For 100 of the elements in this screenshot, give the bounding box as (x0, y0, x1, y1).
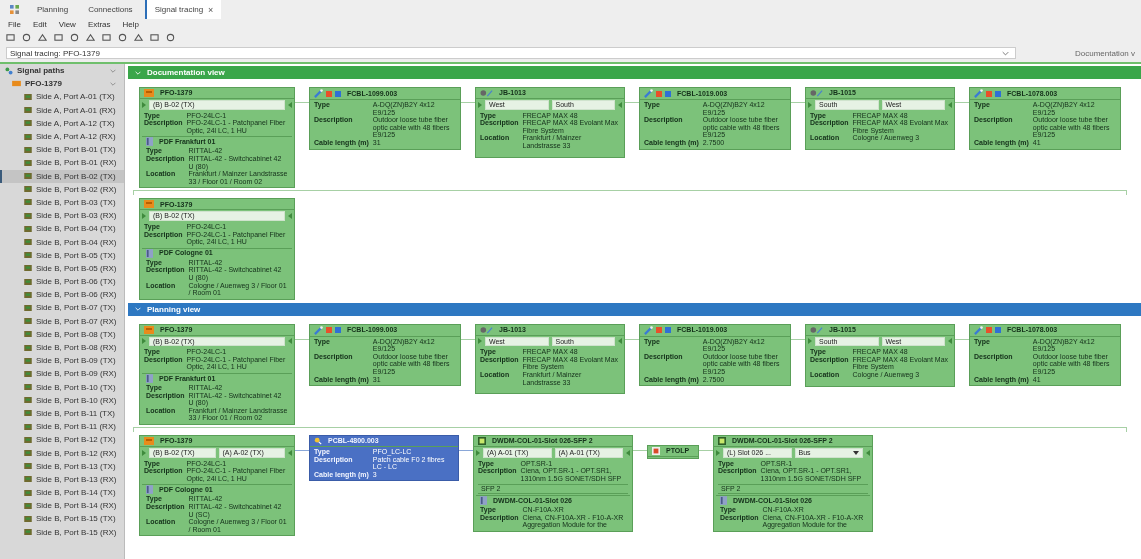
port-icon (24, 291, 32, 298)
port-icon (24, 370, 32, 377)
panel-icon (144, 89, 154, 97)
port-icon (24, 199, 32, 206)
tree-item[interactable]: Side B, Port B-06 (TX) (0, 275, 124, 289)
square-icon (986, 90, 992, 97)
tree-item[interactable]: Side B, Port B-13 (RX) (0, 472, 124, 486)
tree-item[interactable]: Side B, Port B-01 (RX) (0, 156, 124, 170)
node-card[interactable] (139, 87, 295, 189)
tree-item[interactable]: Side B, Port B-11 (TX) (0, 406, 124, 421)
port-icon (24, 476, 32, 483)
node-card[interactable] (713, 435, 873, 532)
tree-item[interactable]: Side B, Port B-14 (TX) (0, 486, 124, 500)
menu-item[interactable]: Edit (32, 20, 47, 29)
tree-item[interactable]: Side B, Port B-13 (TX) (0, 459, 124, 473)
node-card[interactable] (139, 435, 295, 537)
port-icon (24, 529, 32, 536)
tree-item[interactable]: Side B, Port B-03 (RX) (0, 209, 124, 223)
tree-item[interactable]: Side B, Port B-15 (RX) (0, 525, 124, 539)
port-arrow-icon (626, 449, 630, 456)
dropdown-icon[interactable] (853, 450, 859, 455)
section-header[interactable]: Planning view (128, 302, 1141, 316)
tree-item[interactable]: Side B, Port B-02 (TX) (0, 169, 124, 183)
connector-line (955, 338, 969, 340)
tree-item[interactable]: Signal paths (0, 64, 124, 78)
port-icon (24, 186, 32, 193)
tree-item[interactable]: Side A, Port A-12 (TX) (0, 116, 124, 130)
port-arrow-icon (476, 449, 480, 456)
tree-item[interactable]: Side B, Port B-04 (RX) (0, 235, 124, 249)
tree-item[interactable]: Side B, Port B-05 (RX) (0, 261, 124, 275)
tree-item[interactable]: PFO-1379 (0, 77, 124, 91)
tree-item[interactable]: Side B, Port B-05 (TX) (0, 248, 124, 262)
tree-item[interactable]: Side B, Port B-08 (RX) (0, 340, 124, 355)
port-arrow-icon (288, 449, 292, 456)
menu-item[interactable]: View (58, 20, 76, 29)
tree-item[interactable]: Side B, Port B-08 (TX) (0, 327, 124, 341)
port-icon (24, 463, 32, 470)
port-icon (24, 344, 32, 351)
tree-item[interactable]: Side A, Port A-01 (TX) (0, 90, 124, 104)
cable-icon (644, 89, 653, 98)
port-arrow-icon (618, 338, 622, 345)
port-icon (24, 93, 32, 100)
port-icon (24, 146, 32, 153)
close-icon[interactable]: × (208, 4, 214, 15)
tab[interactable]: Connections (80, 0, 141, 19)
menu-item[interactable]: Extras (87, 20, 111, 29)
module-icon (652, 447, 660, 456)
panel-icon (144, 200, 154, 209)
port-arrow-icon (478, 101, 482, 108)
menu-item[interactable]: Help (122, 20, 139, 29)
tree-item[interactable]: Side B, Port B-07 (TX) (0, 301, 124, 315)
port-arrow-icon (478, 338, 482, 345)
port-icon (24, 436, 32, 443)
tree-item[interactable]: Side A, Port A-12 (RX) (0, 129, 124, 144)
tree-item[interactable]: Side B, Port B-09 (TX) (0, 354, 124, 368)
chevron-down-icon (1002, 50, 1009, 56)
tree-item[interactable]: Side B, Port B-03 (TX) (0, 195, 124, 210)
tab[interactable]: Signal tracing × (144, 0, 222, 19)
port-arrow-icon (808, 338, 812, 345)
tree-item[interactable]: Side B, Port B-01 (TX) (0, 143, 124, 157)
node-card[interactable] (139, 198, 295, 300)
node-card[interactable] (473, 435, 633, 532)
square-icon (656, 327, 662, 334)
port-icon (24, 502, 32, 509)
connector-line (459, 450, 473, 452)
tree-item[interactable]: Side B, Port B-12 (TX) (0, 433, 124, 447)
port-icon (24, 515, 32, 522)
tree-item[interactable]: Side B, Port B-10 (TX) (0, 380, 124, 394)
tree-item[interactable]: Side B, Port B-14 (RX) (0, 499, 124, 513)
port-arrow-icon (866, 449, 870, 456)
tree-item[interactable]: Side B, Port B-02 (RX) (0, 182, 124, 196)
tree-item[interactable]: Side B, Port B-12 (RX) (0, 446, 124, 460)
tree-item[interactable]: Side B, Port B-11 (RX) (0, 420, 124, 434)
tree-item[interactable]: Side B, Port B-15 (TX) (0, 512, 124, 526)
tab[interactable]: Planning (29, 0, 77, 19)
node-card[interactable] (139, 323, 295, 426)
tree-item[interactable]: Side B, Port B-04 (TX) (0, 222, 124, 236)
connector-line (295, 102, 309, 103)
connector-line (791, 338, 805, 340)
port-icon (24, 278, 32, 285)
port-icon (24, 397, 32, 404)
tree-item[interactable]: Side B, Port B-07 (RX) (0, 314, 124, 328)
port-icon (24, 384, 32, 391)
view-selector[interactable]: Signal tracing: PFO-1379 (6, 47, 1016, 59)
chevron-icon (135, 70, 141, 75)
cable-icon (644, 325, 653, 335)
connector-line (791, 102, 805, 103)
tree-item[interactable]: Side B, Port B-09 (RX) (0, 367, 124, 381)
view-label[interactable]: Documentation v (1074, 48, 1135, 58)
tree-item[interactable]: Side A, Port A-01 (RX) (0, 103, 124, 117)
menu-item[interactable]: File (8, 20, 21, 29)
panel-icon (144, 437, 154, 446)
connector-line (633, 450, 647, 452)
cabinet-icon (146, 485, 153, 495)
port-icon (24, 225, 32, 232)
grid-icon[interactable] (10, 5, 19, 14)
tree-item[interactable]: Side B, Port B-10 (RX) (0, 393, 124, 407)
square-icon (995, 90, 1001, 97)
port-arrow-icon (948, 101, 952, 108)
tree-item[interactable]: Side B, Port B-06 (RX) (0, 288, 124, 302)
